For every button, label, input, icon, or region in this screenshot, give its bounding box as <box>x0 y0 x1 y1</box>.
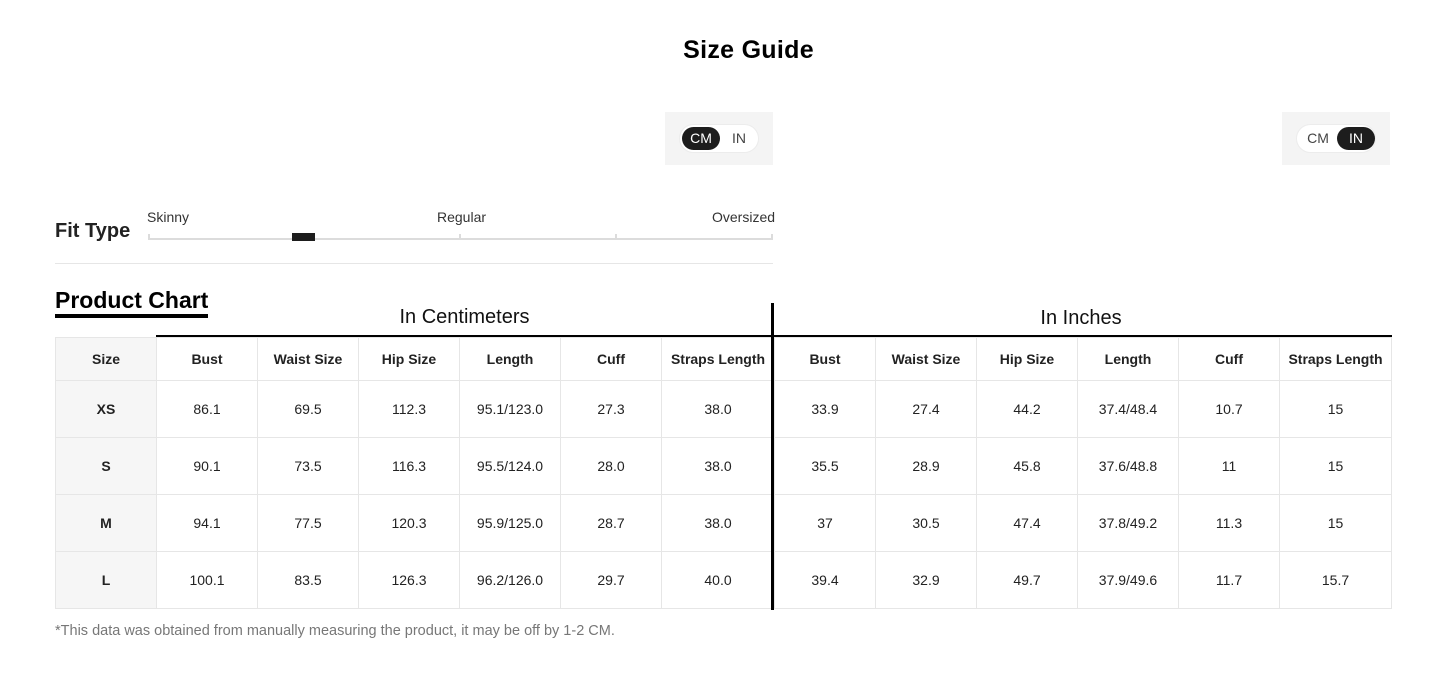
table-cell: 33.9 <box>774 380 876 438</box>
fit-scale-tick <box>615 234 617 240</box>
unit-option-cm[interactable]: CM <box>682 127 720 150</box>
table-cell: 27.4 <box>875 380 977 438</box>
table-cell: 112.3 <box>358 380 460 438</box>
table-cell: 37 <box>774 494 876 552</box>
col-header-straps-cm: Straps Length <box>661 337 775 381</box>
table-cell: 120.3 <box>358 494 460 552</box>
size-table: Size Bust Waist Size Hip Size Length Cuf… <box>55 337 1392 609</box>
table-row: S 90.1 73.5 116.3 95.5/124.0 28.0 38.0 3… <box>55 437 1392 495</box>
table-cell: 38.0 <box>661 380 775 438</box>
table-cell: 95.1/123.0 <box>459 380 561 438</box>
size-cell: S <box>55 437 157 495</box>
table-cell: 30.5 <box>875 494 977 552</box>
fit-scale-tick <box>148 234 150 240</box>
size-cell: XS <box>55 380 157 438</box>
table-cell: 96.2/126.0 <box>459 551 561 609</box>
table-cell: 38.0 <box>661 437 775 495</box>
table-cell: 45.8 <box>976 437 1078 495</box>
unit-option-in[interactable]: IN <box>1337 127 1375 150</box>
table-cell: 90.1 <box>156 437 258 495</box>
fit-scale-tick <box>459 234 461 240</box>
table-cell: 29.7 <box>560 551 662 609</box>
fit-scale-regular: Regular <box>437 209 487 225</box>
table-cell: 35.5 <box>774 437 876 495</box>
col-header-waist-in: Waist Size <box>875 337 977 381</box>
table-cell: 15 <box>1279 380 1392 438</box>
group-heading-in: In Inches <box>1040 307 1122 329</box>
table-row: XS 86.1 69.5 112.3 95.1/123.0 27.3 38.0 … <box>55 380 1392 438</box>
table-cell: 116.3 <box>358 437 460 495</box>
table-cell: 10.7 <box>1178 380 1280 438</box>
fit-scale-tick <box>771 234 773 240</box>
table-cell: 15.7 <box>1279 551 1392 609</box>
col-header-size: Size <box>55 337 157 381</box>
table-cell: 49.7 <box>976 551 1078 609</box>
page-title: Size Guide <box>683 36 814 64</box>
unit-option-cm[interactable]: CM <box>1299 127 1337 150</box>
table-cell: 37.9/49.6 <box>1077 551 1179 609</box>
unit-divider <box>771 303 774 610</box>
table-cell: 126.3 <box>358 551 460 609</box>
col-header-waist-cm: Waist Size <box>257 337 359 381</box>
table-header-row: Size Bust Waist Size Hip Size Length Cuf… <box>55 337 1392 381</box>
table-cell: 95.9/125.0 <box>459 494 561 552</box>
col-header-hip-in: Hip Size <box>976 337 1078 381</box>
measurement-note: *This data was obtained from manually me… <box>55 623 615 639</box>
table-cell: 27.3 <box>560 380 662 438</box>
fit-scale-oversized: Oversized <box>712 209 776 225</box>
table-cell: 77.5 <box>257 494 359 552</box>
unit-toggle: CM IN <box>1296 124 1376 153</box>
table-cell: 11.7 <box>1178 551 1280 609</box>
table-cell: 15 <box>1279 437 1392 495</box>
col-header-bust-cm: Bust <box>156 337 258 381</box>
table-row: M 94.1 77.5 120.3 95.9/125.0 28.7 38.0 3… <box>55 494 1392 552</box>
table-cell: 47.4 <box>976 494 1078 552</box>
table-cell: 28.9 <box>875 437 977 495</box>
table-cell: 40.0 <box>661 551 775 609</box>
table-cell: 32.9 <box>875 551 977 609</box>
table-cell: 28.0 <box>560 437 662 495</box>
col-header-length-in: Length <box>1077 337 1179 381</box>
size-cell: M <box>55 494 157 552</box>
group-heading-cm: In Centimeters <box>399 306 530 328</box>
table-cell: 15 <box>1279 494 1392 552</box>
unit-toggle-panel-cm: CM IN <box>665 112 773 165</box>
col-header-hip-cm: Hip Size <box>358 337 460 381</box>
col-header-cuff-cm: Cuff <box>560 337 662 381</box>
table-cell: 73.5 <box>257 437 359 495</box>
table-cell: 11.3 <box>1178 494 1280 552</box>
fit-scale-skinny: Skinny <box>147 209 190 225</box>
table-cell: 95.5/124.0 <box>459 437 561 495</box>
table-cell: 86.1 <box>156 380 258 438</box>
table-row: L 100.1 83.5 126.3 96.2/126.0 29.7 40.0 … <box>55 551 1392 609</box>
col-header-length-cm: Length <box>459 337 561 381</box>
table-cell: 44.2 <box>976 380 1078 438</box>
col-header-cuff-in: Cuff <box>1178 337 1280 381</box>
table-cell: 37.4/48.4 <box>1077 380 1179 438</box>
unit-toggle-panel-in: CM IN <box>1282 112 1390 165</box>
table-cell: 83.5 <box>257 551 359 609</box>
table-cell: 94.1 <box>156 494 258 552</box>
fit-level-marker <box>292 233 315 241</box>
table-cell: 28.7 <box>560 494 662 552</box>
size-cell: L <box>55 551 157 609</box>
table-cell: 37.8/49.2 <box>1077 494 1179 552</box>
table-cell: 38.0 <box>661 494 775 552</box>
unit-option-in[interactable]: IN <box>720 127 758 150</box>
table-cell: 39.4 <box>774 551 876 609</box>
col-header-bust-in: Bust <box>774 337 876 381</box>
table-cell: 37.6/48.8 <box>1077 437 1179 495</box>
col-header-straps-in: Straps Length <box>1279 337 1392 381</box>
unit-toggle: CM IN <box>679 124 759 153</box>
fit-type-label: Fit Type <box>55 220 131 242</box>
table-cell: 69.5 <box>257 380 359 438</box>
divider <box>55 263 773 264</box>
table-cell: 100.1 <box>156 551 258 609</box>
table-cell: 11 <box>1178 437 1280 495</box>
